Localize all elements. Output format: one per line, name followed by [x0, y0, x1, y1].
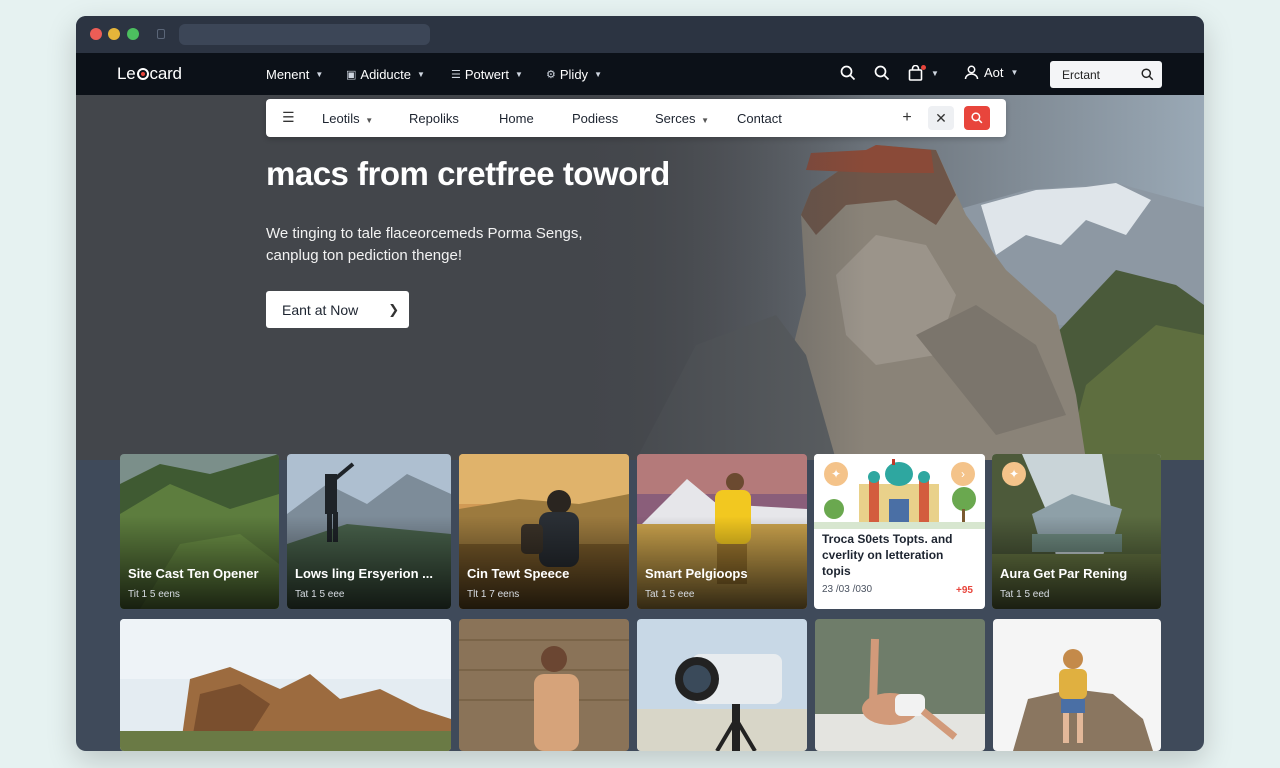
featured-card[interactable]: ✦ › Troca S0ets Topts. and cverlity on l…	[814, 454, 985, 609]
card-title: Cin Tewt Speece	[467, 566, 570, 581]
nav-item-label: Menent	[266, 67, 310, 82]
logo-text-start: Le	[117, 64, 136, 83]
address-bar[interactable]	[179, 24, 430, 45]
chevron-down-icon: ▼	[365, 116, 374, 125]
hamburger-menu-icon[interactable]: ☰	[282, 109, 295, 126]
gear-icon: ⚙	[546, 69, 556, 81]
doc-icon: ▣	[346, 69, 357, 81]
chevron-down-icon: ▼	[514, 70, 523, 79]
logo-mark-icon	[136, 68, 149, 80]
nav-item-label: Potwert	[464, 67, 509, 82]
subnav-item-home[interactable]: Home	[499, 111, 534, 126]
card-meta: Tlt 1 7 eens	[467, 589, 520, 600]
card-item[interactable]	[637, 619, 807, 751]
card-date: 23 /03 /030	[822, 584, 873, 595]
chevron-down-icon: ▼	[417, 70, 425, 79]
top-search-box[interactable]	[1050, 61, 1162, 88]
hero-subtitle: We tinging to tale flaceorcemeds Porma S…	[266, 225, 583, 264]
title-bar	[76, 16, 1204, 53]
search-icon[interactable]	[1141, 68, 1154, 81]
chevron-down-icon: ▼	[1010, 68, 1019, 77]
search-button[interactable]	[964, 106, 990, 130]
chevron-down-icon: ▼	[594, 70, 602, 79]
maximize-window-button[interactable]	[127, 28, 139, 40]
card-title: Lows ling Ersyerion ...	[295, 566, 433, 581]
card-image	[993, 619, 1161, 751]
card-item[interactable]: Cin Tewt Speece Tlt 1 7 eens	[459, 454, 629, 609]
nav-item-adiducte[interactable]: ▣ Adiducte ▼	[346, 67, 425, 82]
subnav-item-podiess[interactable]: Podiess	[572, 111, 618, 126]
subnav-item-leotils[interactable]: Leotils ▼	[322, 111, 373, 126]
card-meta: Tat 1 5 eee	[295, 589, 345, 600]
subnav-label: Serces	[655, 111, 696, 126]
card-meta: Tit 1 5 eens	[128, 589, 180, 600]
account-menu[interactable]: Aot ▼	[964, 65, 1018, 80]
cta-label: Eant at Now	[282, 301, 359, 318]
chevron-down-icon: ▼	[701, 116, 710, 125]
minimize-window-button[interactable]	[108, 28, 120, 40]
close-icon[interactable]: ✕	[928, 106, 954, 130]
tab-icon[interactable]	[157, 29, 165, 39]
nav-item-label: Plidy	[559, 67, 589, 82]
top-navigation: Le card Menent ▼ ▣ Adiducte ▼ ☰ Potwert ▼ ⚙ Pli…	[76, 53, 1204, 95]
nav-item-menent[interactable]: Menent ▼	[266, 67, 323, 82]
card-meta: Tat 1 5 eed	[1000, 589, 1050, 600]
brand-logo[interactable]: Le card	[117, 64, 182, 84]
hero-cta-button[interactable]: Eant at Now ❯	[266, 291, 409, 328]
share-count[interactable]: +95	[956, 585, 973, 596]
secondary-navigation: ☰ Leotils ▼ Repoliks Home Podiess Serces…	[266, 99, 1006, 137]
card-item[interactable]	[815, 619, 985, 751]
card-image	[637, 619, 807, 751]
card-image	[815, 619, 985, 751]
card-item[interactable]: ✦ Aura Get Par Rening Tat 1 5 eed	[992, 454, 1161, 609]
arrow-right-icon[interactable]: ›	[951, 462, 975, 486]
card-item[interactable]	[993, 619, 1161, 751]
card-meta: Tat 1 5 eee	[645, 589, 695, 600]
add-button[interactable]: +	[894, 106, 920, 130]
chevron-right-icon: ❯	[388, 301, 400, 317]
nav-item-label: Adiducte	[360, 67, 411, 82]
subnav-label: Leotils	[322, 111, 360, 126]
card-image	[120, 619, 451, 751]
browser-window: Le card Menent ▼ ▣ Adiducte ▼ ☰ Potwert ▼ ⚙ Pli…	[76, 16, 1204, 751]
chevron-down-icon: ▼	[931, 68, 939, 78]
close-window-button[interactable]	[90, 28, 102, 40]
hero-mountain-image	[76, 95, 1204, 460]
card-image	[459, 619, 629, 751]
list-icon: ☰	[451, 69, 461, 81]
hero-section	[76, 95, 1204, 460]
card-item[interactable]	[120, 619, 451, 751]
chevron-down-icon: ▼	[315, 70, 324, 79]
subnav-item-repoliks[interactable]: Repoliks	[409, 111, 459, 126]
cart-badge	[921, 65, 926, 70]
card-item[interactable]: Smart Pelgioops Tat 1 5 eee	[637, 454, 807, 609]
search-icon	[971, 112, 983, 124]
card-item[interactable]: Site Cast Ten Opener Tit 1 5 eens	[120, 454, 279, 609]
card-item[interactable]	[459, 619, 629, 751]
search-input[interactable]	[1062, 67, 1132, 82]
bookmark-icon[interactable]: ✦	[1002, 462, 1026, 486]
account-label: Aot	[984, 65, 1004, 80]
logo-text-end: card	[149, 64, 182, 83]
search-icon[interactable]	[840, 65, 856, 86]
nav-item-plidy[interactable]: ⚙ Plidy ▼	[546, 67, 602, 82]
subnav-item-serces[interactable]: Serces ▼	[655, 111, 709, 126]
card-title: Aura Get Par Rening	[1000, 566, 1128, 581]
bookmark-icon[interactable]: ✦	[824, 462, 848, 486]
subnav-item-contact[interactable]: Contact	[737, 111, 782, 126]
hero-title: macs from cretfree toword	[266, 155, 670, 192]
user-icon	[964, 65, 979, 80]
search-alt-icon[interactable]	[874, 65, 890, 86]
card-title: Smart Pelgioops	[645, 566, 748, 581]
card-title: Site Cast Ten Opener	[128, 566, 259, 581]
card-title: Troca S0ets Topts. and cverlity on lette…	[822, 532, 953, 578]
nav-item-potwert[interactable]: ☰ Potwert ▼	[451, 67, 523, 82]
card-item[interactable]: Lows ling Ersyerion ... Tat 1 5 eee	[287, 454, 451, 609]
